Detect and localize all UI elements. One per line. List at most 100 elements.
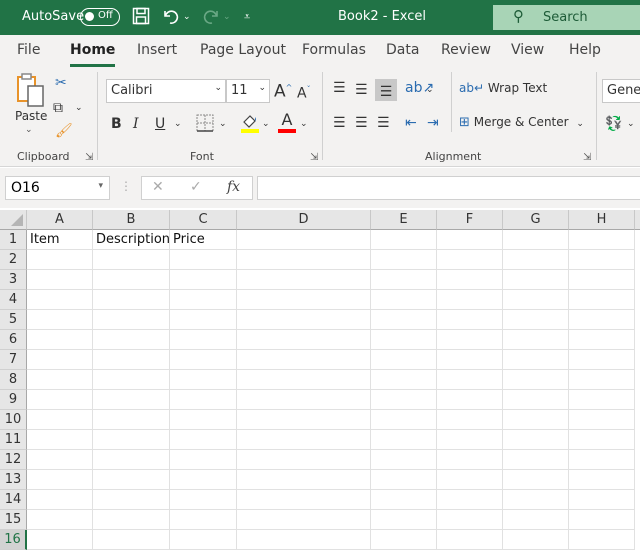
cell-e2[interactable] [371, 250, 437, 270]
cell-e6[interactable] [371, 330, 437, 350]
underline-button[interactable]: U [155, 115, 165, 133]
cell-e15[interactable] [371, 510, 437, 530]
cell-d13[interactable] [237, 470, 371, 490]
grow-font-button[interactable]: A^ [274, 79, 292, 101]
cell-e12[interactable] [371, 450, 437, 470]
row-header-8[interactable]: 8 [0, 370, 27, 390]
cell-d11[interactable] [237, 430, 371, 450]
cell-b14[interactable] [93, 490, 170, 510]
cell-d14[interactable] [237, 490, 371, 510]
cell-f4[interactable] [437, 290, 503, 310]
cell-f12[interactable] [437, 450, 503, 470]
cell-e9[interactable] [371, 390, 437, 410]
cell-g2[interactable] [503, 250, 569, 270]
underline-dropdown-icon[interactable]: ⌄ [174, 115, 182, 133]
cell-a14[interactable] [27, 490, 93, 510]
cell-e7[interactable] [371, 350, 437, 370]
cell-h5[interactable] [569, 310, 635, 330]
formula-input[interactable] [257, 176, 640, 200]
name-box[interactable]: O16 ▾ [5, 176, 110, 200]
cell-d7[interactable] [237, 350, 371, 370]
cell-a12[interactable] [27, 450, 93, 470]
cell-g16[interactable] [503, 530, 569, 550]
tab-file[interactable]: File [17, 42, 40, 58]
cell-e14[interactable] [371, 490, 437, 510]
tab-view[interactable]: View [511, 42, 544, 58]
cell-e4[interactable] [371, 290, 437, 310]
cell-g13[interactable] [503, 470, 569, 490]
undo-icon[interactable] [162, 7, 180, 30]
cell-c4[interactable] [170, 290, 237, 310]
cell-a10[interactable] [27, 410, 93, 430]
number-format-combo[interactable]: General [602, 79, 640, 103]
column-header-f[interactable]: F [437, 210, 503, 230]
tab-insert[interactable]: Insert [137, 42, 177, 58]
cell-h7[interactable] [569, 350, 635, 370]
cell-a2[interactable] [27, 250, 93, 270]
top-align-icon[interactable]: ☰ [333, 79, 346, 97]
cell-a3[interactable] [27, 270, 93, 290]
row-header-13[interactable]: 13 [0, 470, 27, 490]
cell-h3[interactable] [569, 270, 635, 290]
cell-d8[interactable] [237, 370, 371, 390]
cell-d9[interactable] [237, 390, 371, 410]
font-color-dropdown-icon[interactable]: ⌄ [300, 115, 308, 133]
cancel-icon[interactable]: ✕ [152, 179, 164, 195]
cell-e16[interactable] [371, 530, 437, 550]
cell-b2[interactable] [93, 250, 170, 270]
search-box[interactable]: ⚲ Search [493, 5, 640, 30]
cell-c13[interactable] [170, 470, 237, 490]
cell-a1[interactable]: Item [27, 230, 93, 250]
row-header-5[interactable]: 5 [0, 310, 27, 330]
cell-f3[interactable] [437, 270, 503, 290]
cell-d15[interactable] [237, 510, 371, 530]
cell-h8[interactable] [569, 370, 635, 390]
cell-f15[interactable] [437, 510, 503, 530]
borders-dropdown-icon[interactable]: ⌄ [219, 115, 227, 133]
cell-d16[interactable] [237, 530, 371, 550]
cell-c3[interactable] [170, 270, 237, 290]
cell-d12[interactable] [237, 450, 371, 470]
decrease-indent-icon[interactable]: ⇤ [405, 114, 417, 132]
font-size-dropdown-icon[interactable]: ⌄ [258, 83, 266, 93]
cell-a8[interactable] [27, 370, 93, 390]
cell-h12[interactable] [569, 450, 635, 470]
cell-b5[interactable] [93, 310, 170, 330]
cell-f2[interactable] [437, 250, 503, 270]
cell-b11[interactable] [93, 430, 170, 450]
cell-f14[interactable] [437, 490, 503, 510]
column-header-c[interactable]: C [170, 210, 237, 230]
align-right-icon[interactable]: ☰ [377, 114, 390, 132]
shrink-font-button[interactable]: Aˇ [297, 81, 311, 103]
cell-c12[interactable] [170, 450, 237, 470]
font-launcher-icon[interactable]: ⇲ [310, 152, 318, 163]
cell-g14[interactable] [503, 490, 569, 510]
cell-g7[interactable] [503, 350, 569, 370]
cell-d10[interactable] [237, 410, 371, 430]
row-header-15[interactable]: 15 [0, 510, 27, 530]
currency-format-icon[interactable]: 💱 [605, 115, 622, 133]
cell-b15[interactable] [93, 510, 170, 530]
cell-f8[interactable] [437, 370, 503, 390]
row-header-6[interactable]: 6 [0, 330, 27, 350]
cell-c5[interactable] [170, 310, 237, 330]
cell-d6[interactable] [237, 330, 371, 350]
tab-data[interactable]: Data [386, 42, 419, 58]
cell-e13[interactable] [371, 470, 437, 490]
cell-c15[interactable] [170, 510, 237, 530]
cell-f13[interactable] [437, 470, 503, 490]
align-left-icon[interactable]: ☰ [333, 114, 346, 132]
cell-e8[interactable] [371, 370, 437, 390]
cell-b16[interactable] [93, 530, 170, 550]
cell-g10[interactable] [503, 410, 569, 430]
cell-h2[interactable] [569, 250, 635, 270]
cell-c9[interactable] [170, 390, 237, 410]
cell-h16[interactable] [569, 530, 635, 550]
cell-g11[interactable] [503, 430, 569, 450]
currency-dropdown-icon[interactable]: ⌄ [627, 115, 635, 133]
copy-icon[interactable]: ⧉ [53, 99, 63, 117]
cell-g8[interactable] [503, 370, 569, 390]
clipboard-launcher-icon[interactable]: ⇲ [85, 152, 93, 163]
row-header-11[interactable]: 11 [0, 430, 27, 450]
cell-a16[interactable] [27, 530, 93, 550]
